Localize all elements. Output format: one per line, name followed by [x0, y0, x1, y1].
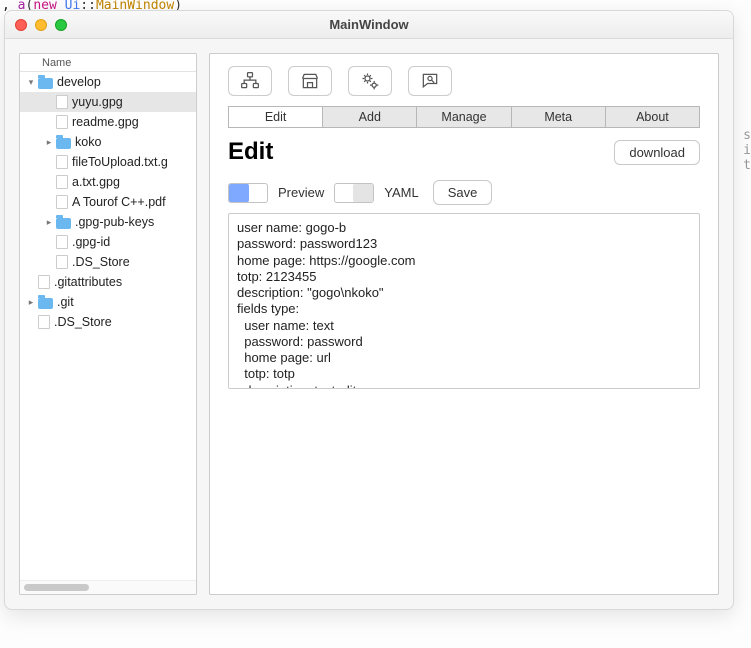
download-button[interactable]: download	[614, 140, 700, 165]
section-heading: Edit	[228, 138, 273, 166]
tree-item[interactable]: fileToUpload.txt.g	[20, 152, 196, 172]
org-chart-icon[interactable]	[228, 66, 272, 96]
tree-item-label: develop	[57, 75, 101, 89]
tab-meta[interactable]: Meta	[511, 106, 605, 128]
tab-edit[interactable]: Edit	[228, 106, 322, 128]
tree-item[interactable]: .gitattributes	[20, 272, 196, 292]
tree-item-label: .DS_Store	[72, 255, 130, 269]
yaml-toggle[interactable]	[334, 183, 374, 203]
background-side-letters: sit	[743, 128, 751, 173]
tree-item-label: fileToUpload.txt.g	[72, 155, 168, 169]
tree-item-label: .gpg-id	[72, 235, 110, 249]
tree-item-label: readme.gpg	[72, 115, 139, 129]
tree-item-label: .DS_Store	[54, 315, 112, 329]
tab-about[interactable]: About	[605, 106, 700, 128]
tree-item-label: .gitattributes	[54, 275, 122, 289]
file-tree-panel: Name ▾ develop yuyu.gpg readme.gpg ▸ koko file…	[19, 53, 197, 595]
tree-item[interactable]: yuyu.gpg	[20, 92, 196, 112]
tree-item[interactable]: .DS_Store	[20, 312, 196, 332]
save-button[interactable]: Save	[433, 180, 493, 205]
toggle-row: Preview YAML Save	[228, 180, 700, 205]
tree-item[interactable]: .gpg-id	[20, 232, 196, 252]
file-icon	[38, 275, 50, 289]
tree-item[interactable]: ▸ koko	[20, 132, 196, 152]
main-panel: EditAddManageMetaAbout Edit download Pre…	[209, 53, 719, 595]
tree-item-label: koko	[75, 135, 101, 149]
gears-icon[interactable]	[348, 66, 392, 96]
file-icon	[56, 195, 68, 209]
tree-item[interactable]: A Tourof C++.pdf	[20, 192, 196, 212]
tree-hscrollbar[interactable]	[20, 580, 196, 594]
tree-item[interactable]: ▾ develop	[20, 72, 196, 92]
toolbar	[228, 66, 700, 96]
tree-item[interactable]: ▸ .gpg-pub-keys	[20, 212, 196, 232]
tree-twisty[interactable]: ▾	[24, 77, 38, 88]
file-icon	[56, 95, 68, 109]
tree-item-label: A Tourof C++.pdf	[72, 195, 166, 209]
tree-twisty[interactable]: ▸	[42, 137, 56, 148]
tree-item[interactable]: a.txt.gpg	[20, 172, 196, 192]
folder-icon	[38, 78, 53, 89]
message-search-icon[interactable]	[408, 66, 452, 96]
main-window: MainWindow Name ▾ develop yuyu.gpg readme.g…	[4, 10, 734, 610]
tree-item[interactable]: readme.gpg	[20, 112, 196, 132]
yaml-toggle-label: YAML	[384, 185, 418, 200]
folder-icon	[38, 298, 53, 309]
tree-item-label: .git	[57, 295, 74, 309]
file-tree[interactable]: ▾ develop yuyu.gpg readme.gpg ▸ koko fileToUpl…	[20, 72, 196, 580]
tab-add[interactable]: Add	[322, 106, 416, 128]
tab-bar: EditAddManageMetaAbout	[228, 106, 700, 128]
file-icon	[56, 155, 68, 169]
folder-icon	[56, 138, 71, 149]
window-title: MainWindow	[5, 17, 733, 32]
tree-column-header[interactable]: Name	[20, 54, 196, 72]
preview-toggle-label: Preview	[278, 185, 324, 200]
tree-item[interactable]: ▸ .git	[20, 292, 196, 312]
titlebar[interactable]: MainWindow	[5, 11, 733, 39]
editor-textarea[interactable]: user name: gogo-b password: password123 …	[228, 213, 700, 389]
tree-item-label: a.txt.gpg	[72, 175, 120, 189]
store-icon[interactable]	[288, 66, 332, 96]
tree-twisty[interactable]: ▸	[42, 217, 56, 228]
file-icon	[56, 175, 68, 189]
preview-toggle[interactable]	[228, 183, 268, 203]
tab-manage[interactable]: Manage	[416, 106, 510, 128]
tree-item-label: .gpg-pub-keys	[75, 215, 154, 229]
folder-icon	[56, 218, 71, 229]
file-icon	[56, 115, 68, 129]
file-icon	[56, 255, 68, 269]
tree-twisty[interactable]: ▸	[24, 297, 38, 308]
tree-hscrollbar-thumb[interactable]	[24, 584, 89, 591]
file-icon	[38, 315, 50, 329]
tree-item[interactable]: .DS_Store	[20, 252, 196, 272]
file-icon	[56, 235, 68, 249]
tree-item-label: yuyu.gpg	[72, 95, 123, 109]
